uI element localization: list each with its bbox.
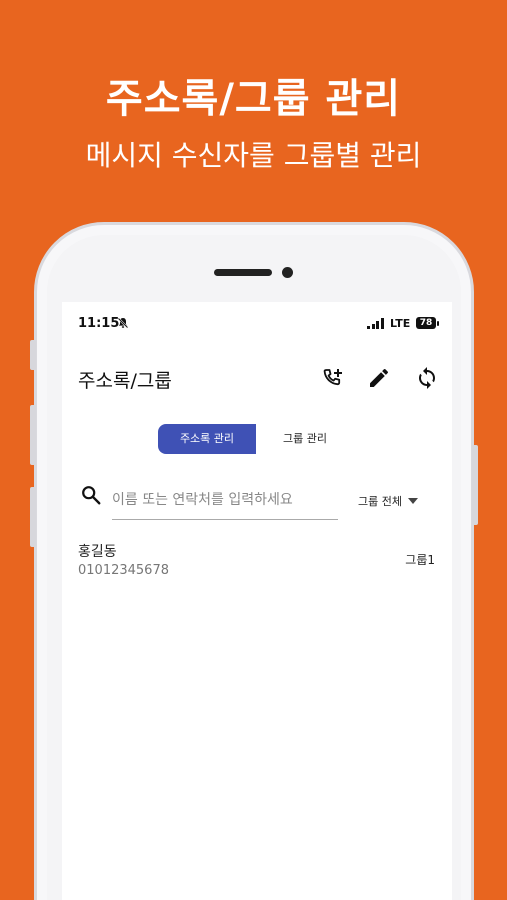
contact-phone: 01012345678	[78, 563, 169, 578]
page-title: 주소록/그룹	[78, 370, 172, 392]
tab-bar: 주소록 관리 그룹 관리	[158, 424, 354, 454]
phone-volume-up-button	[30, 405, 36, 465]
chevron-down-icon	[407, 498, 418, 504]
phone-camera	[282, 267, 293, 278]
contact-name: 홍길동	[78, 544, 117, 560]
search-input[interactable]	[112, 480, 338, 520]
tab-group-management[interactable]: 그룹 관리	[256, 424, 354, 454]
promo-title: 주소록/그룹 관리	[105, 76, 402, 122]
add-call-icon[interactable]	[320, 366, 344, 390]
bell-off-icon	[117, 317, 129, 329]
phone-speaker	[214, 269, 272, 276]
contact-group: 그룹1	[405, 553, 435, 567]
sync-icon[interactable]	[415, 366, 439, 390]
search-icon	[82, 486, 101, 505]
status-bar: 11:15 LTE 78	[62, 302, 452, 344]
phone-power-button	[472, 445, 478, 525]
group-filter-dropdown[interactable]: 그룹 전체	[358, 493, 418, 509]
promo-subtitle: 메시지 수신자를 그룹별 관리	[85, 139, 422, 172]
group-filter-label: 그룹 전체	[358, 495, 402, 508]
app-screen: 11:15 LTE 78 주소록/그룹 주소록 관리 그룹 관리 이름 또는 연…	[62, 302, 452, 900]
battery-icon: 78	[416, 317, 436, 329]
tab-address-book[interactable]: 주소록 관리	[158, 424, 256, 454]
battery-tip	[437, 321, 439, 326]
status-time: 11:15	[78, 316, 120, 331]
phone-volume-down-button	[30, 487, 36, 547]
phone-side-button	[30, 340, 36, 370]
signal-icon	[367, 318, 384, 329]
edit-icon[interactable]	[367, 366, 391, 390]
network-type: LTE	[390, 317, 411, 330]
